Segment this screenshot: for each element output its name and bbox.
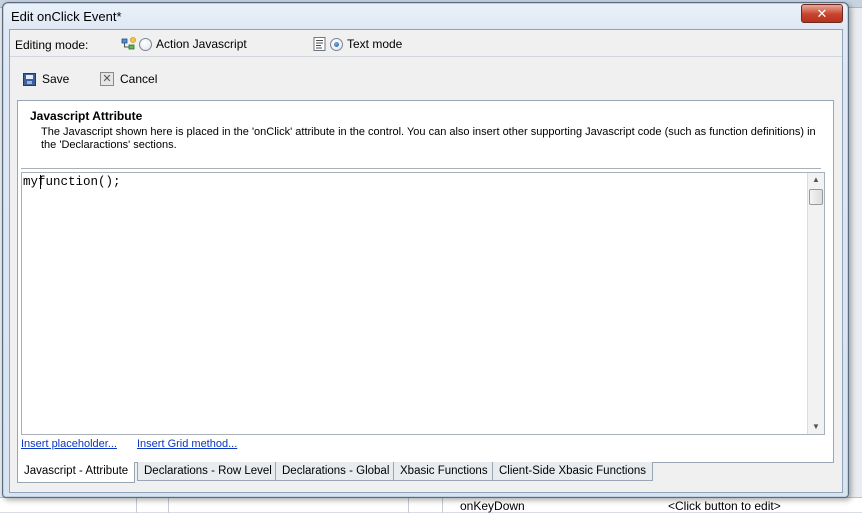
action-javascript-option[interactable]: Action Javascript [121, 35, 247, 53]
text-mode-icon [312, 36, 328, 52]
tab-declarations-row-level[interactable]: Declarations - Row Level [137, 462, 279, 481]
close-button[interactable]: ✕ [801, 4, 843, 23]
grid-column-divider [408, 498, 409, 513]
text-mode-radio[interactable] [330, 37, 343, 51]
background-property-grid-row: onKeyDown <Click button to edit> [0, 497, 862, 513]
tab-label: Declarations - Row Level [144, 465, 272, 477]
text-mode-option[interactable]: Text mode [312, 35, 402, 53]
dialog-titlebar[interactable]: Edit onClick Event* ✕ [3, 3, 848, 29]
cancel-button[interactable]: ✕ Cancel [100, 70, 157, 88]
text-mode-label: Text mode [347, 37, 403, 51]
vertical-scrollbar[interactable]: ▲ ▼ [807, 173, 824, 434]
editing-mode-label: Editing mode: [15, 38, 89, 52]
grid-event-name: onKeyDown [460, 499, 525, 513]
action-javascript-icon [121, 36, 137, 52]
save-button[interactable]: Save [23, 70, 69, 88]
scroll-down-arrow-icon[interactable]: ▼ [808, 420, 824, 434]
code-text[interactable]: myfunction(); [23, 175, 806, 189]
panel-divider [21, 168, 821, 170]
save-icon [23, 72, 36, 86]
save-button-label: Save [42, 72, 70, 86]
tab-label: Declarations - Global [282, 465, 390, 477]
action-javascript-label: Action Javascript [156, 37, 247, 51]
scroll-up-arrow-icon[interactable]: ▲ [808, 173, 824, 187]
grid-column-divider [168, 498, 169, 513]
scroll-thumb[interactable] [809, 189, 823, 205]
action-javascript-radio[interactable] [139, 37, 152, 51]
code-editor[interactable]: myfunction(); ▲ ▼ [21, 172, 825, 435]
cancel-button-label: Cancel [120, 72, 158, 86]
text-caret [40, 175, 41, 189]
tab-javascript-attribute[interactable]: Javascript - Attribute [17, 462, 136, 483]
tab-xbasic-functions[interactable]: Xbasic Functions [393, 462, 495, 481]
insert-grid-method-link[interactable]: Insert Grid method... [137, 438, 237, 450]
panel-description: The Javascript shown here is placed in t… [41, 126, 816, 151]
grid-column-divider [136, 498, 137, 513]
tab-label: Javascript - Attribute [24, 465, 129, 477]
tab-label: Client-Side Xbasic Functions [499, 465, 647, 477]
insert-placeholder-link[interactable]: Insert placeholder... [21, 438, 117, 450]
dialog-title: Edit onClick Event* [11, 9, 122, 24]
tab-client-side-xbasic-functions[interactable]: Client-Side Xbasic Functions [492, 462, 654, 481]
edit-event-dialog: Edit onClick Event* ✕ Editing mode: Acti… [2, 2, 849, 498]
toolbar: Save ✕ Cancel [10, 58, 842, 98]
javascript-attribute-panel: Javascript Attribute The Javascript show… [17, 100, 834, 463]
grid-event-value[interactable]: <Click button to edit> [668, 499, 781, 513]
tab-label: Xbasic Functions [400, 465, 488, 477]
editor-tab-strip: Javascript - Attribute Declarations - Ro… [17, 462, 834, 484]
panel-heading: Javascript Attribute [30, 109, 143, 123]
tab-declarations-global[interactable]: Declarations - Global [275, 462, 397, 481]
editing-mode-row: Editing mode: Action Javascript Text mod… [10, 30, 842, 57]
grid-column-divider [442, 498, 443, 513]
cancel-icon: ✕ [100, 72, 114, 86]
dialog-client-area: Editing mode: Action Javascript Text mod… [9, 29, 843, 493]
